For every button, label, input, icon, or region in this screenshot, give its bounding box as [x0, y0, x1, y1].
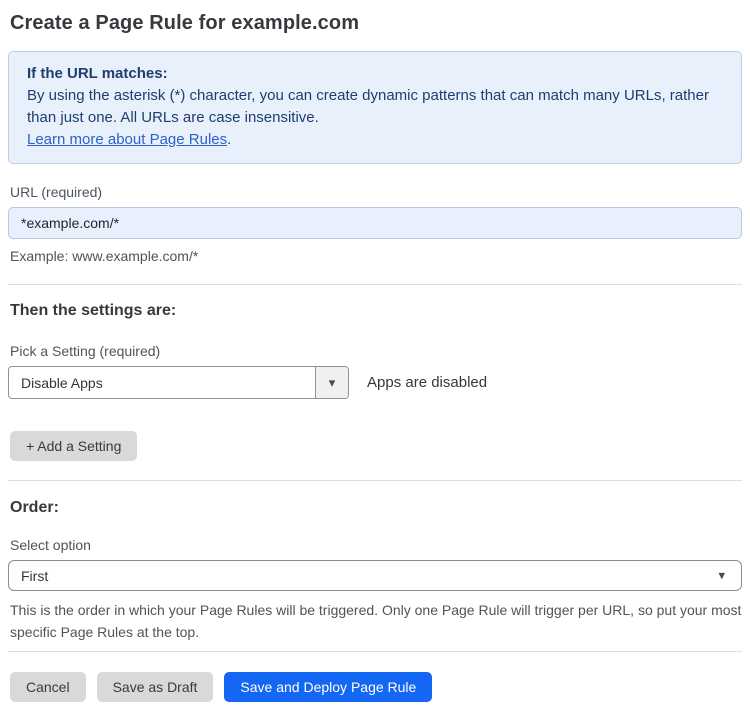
create-page-rule-panel: Create a Page Rule for example.com If th… [0, 0, 750, 714]
order-helper-text: This is the order in which your Page Rul… [10, 602, 742, 640]
order-select-label: Select option [10, 537, 91, 553]
setting-select-value: Disable Apps [21, 374, 103, 391]
setting-select-arrow-button[interactable]: ▾ [315, 367, 348, 398]
info-box-link-line: Learn more about Page Rules. [27, 129, 723, 151]
chevron-down-icon: ▾ [718, 567, 725, 583]
info-box-heading: If the URL matches: [27, 65, 168, 82]
add-setting-button[interactable]: + Add a Setting [10, 431, 138, 461]
url-example-helper: Example: www.example.com/* [10, 248, 199, 264]
save-as-draft-button[interactable]: Save as Draft [96, 672, 214, 702]
order-select[interactable]: First ▾ [8, 560, 742, 591]
link-suffix: . [227, 131, 232, 148]
setting-select[interactable]: Disable Apps ▾ [8, 366, 349, 399]
chevron-down-icon: ▾ [328, 374, 336, 390]
learn-more-link[interactable]: Learn more about Page Rules [27, 131, 227, 148]
info-box-body: By using the asterisk (*) character, you… [27, 87, 709, 126]
footer-divider [8, 651, 742, 652]
pick-setting-label: Pick a Setting (required) [10, 343, 161, 359]
footer-actions: Cancel Save as Draft Save and Deploy Pag… [8, 672, 742, 702]
url-input[interactable] [8, 207, 742, 239]
section-divider [8, 480, 742, 481]
settings-section-heading: Then the settings are: [10, 302, 177, 319]
save-and-deploy-button[interactable]: Save and Deploy Page Rule [224, 672, 433, 702]
page-title: Create a Page Rule for example.com [10, 12, 360, 34]
url-match-info-box: If the URL matches: By using the asteris… [8, 51, 742, 164]
order-select-value: First [21, 567, 49, 584]
order-section-heading: Order: [10, 499, 59, 516]
setting-row: Disable Apps ▾ Apps are disabled [8, 366, 742, 399]
setting-status-text: Apps are disabled [367, 374, 488, 391]
url-field-label: URL (required) [10, 184, 103, 200]
section-divider [8, 284, 742, 285]
cancel-button[interactable]: Cancel [10, 672, 86, 702]
